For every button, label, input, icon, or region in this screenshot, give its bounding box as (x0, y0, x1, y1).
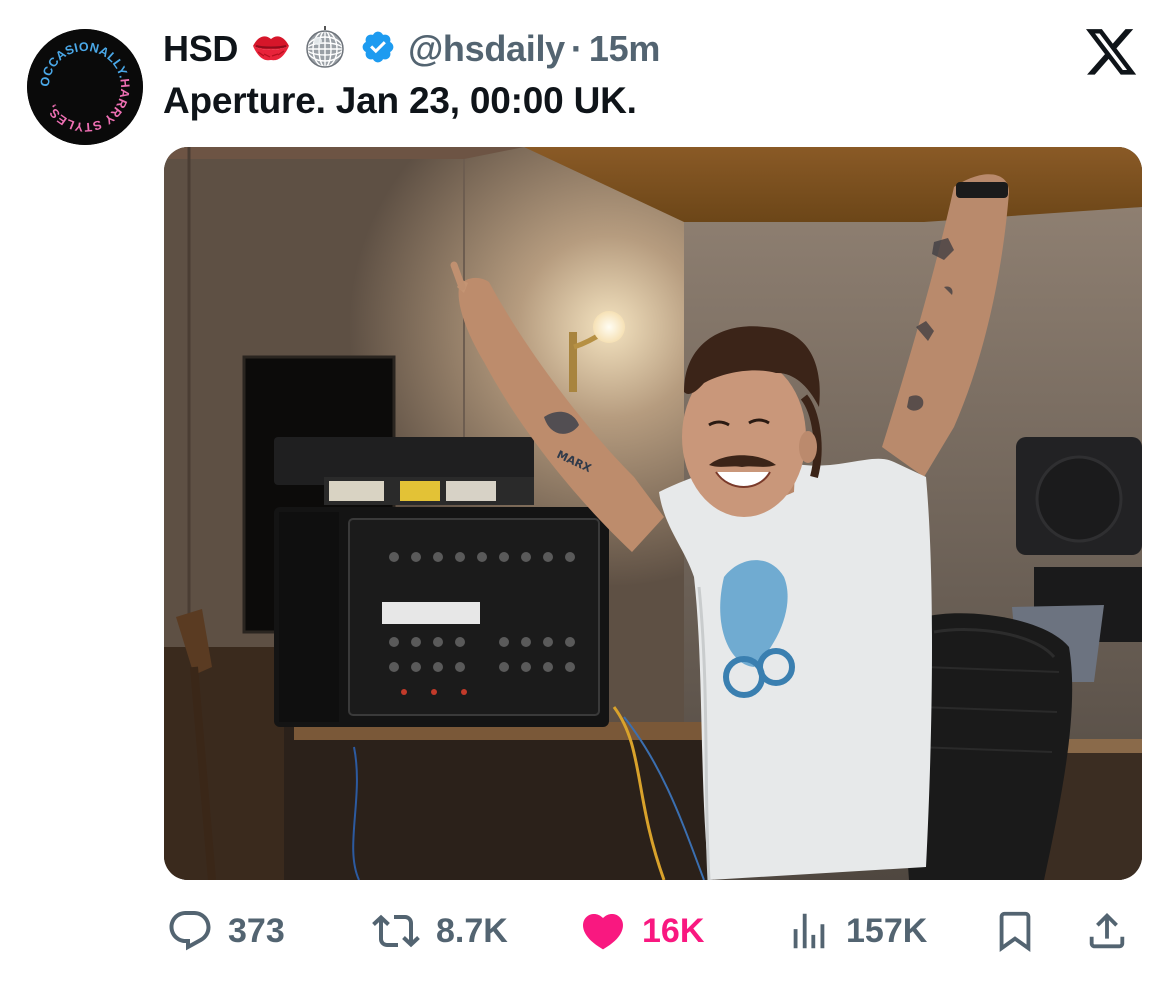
bar-chart-icon (793, 913, 825, 949)
timestamp[interactable]: 15m (589, 28, 660, 70)
repost-button[interactable]: 8.7K (370, 895, 508, 967)
lips-emoji-icon (250, 30, 292, 69)
bookmark-button[interactable] (992, 895, 1038, 967)
tweet-header: HSD @hsdaily · 15m (163, 25, 660, 73)
like-button[interactable]: 16K (578, 895, 704, 967)
verified-badge-icon[interactable] (360, 29, 396, 70)
like-count: 16K (642, 911, 705, 950)
tweet-photo[interactable]: MARX (164, 147, 1142, 880)
repost-arrows-icon (372, 914, 420, 948)
share-button[interactable] (1084, 895, 1130, 967)
reply-count: 373 (228, 911, 285, 950)
user-handle[interactable]: @hsdaily (408, 28, 565, 70)
studio-photo-image: MARX (164, 147, 1142, 880)
speech-bubble-icon (169, 911, 211, 951)
views-button[interactable]: 157K (786, 895, 927, 967)
reply-button[interactable]: 373 (166, 895, 285, 967)
view-count: 157K (846, 911, 928, 950)
heart-icon (582, 914, 624, 950)
bookmark-icon (999, 911, 1031, 952)
repost-count: 8.7K (436, 911, 508, 950)
share-upload-icon (1089, 912, 1125, 949)
avatar[interactable]: OCCASIONALLY. HARRY STYLES, (27, 29, 143, 145)
avatar-logo: OCCASIONALLY. HARRY STYLES, (27, 29, 143, 145)
disco-ball-emoji-icon (304, 25, 346, 73)
tweet-text: Aperture. Jan 23, 00:00 UK. (163, 80, 637, 121)
separator-dot: · (570, 28, 583, 69)
x-logo-icon[interactable] (1086, 29, 1138, 77)
tweet-actions: 373 8.7K 16K 157K (0, 895, 1170, 967)
display-name[interactable]: HSD (163, 28, 238, 70)
